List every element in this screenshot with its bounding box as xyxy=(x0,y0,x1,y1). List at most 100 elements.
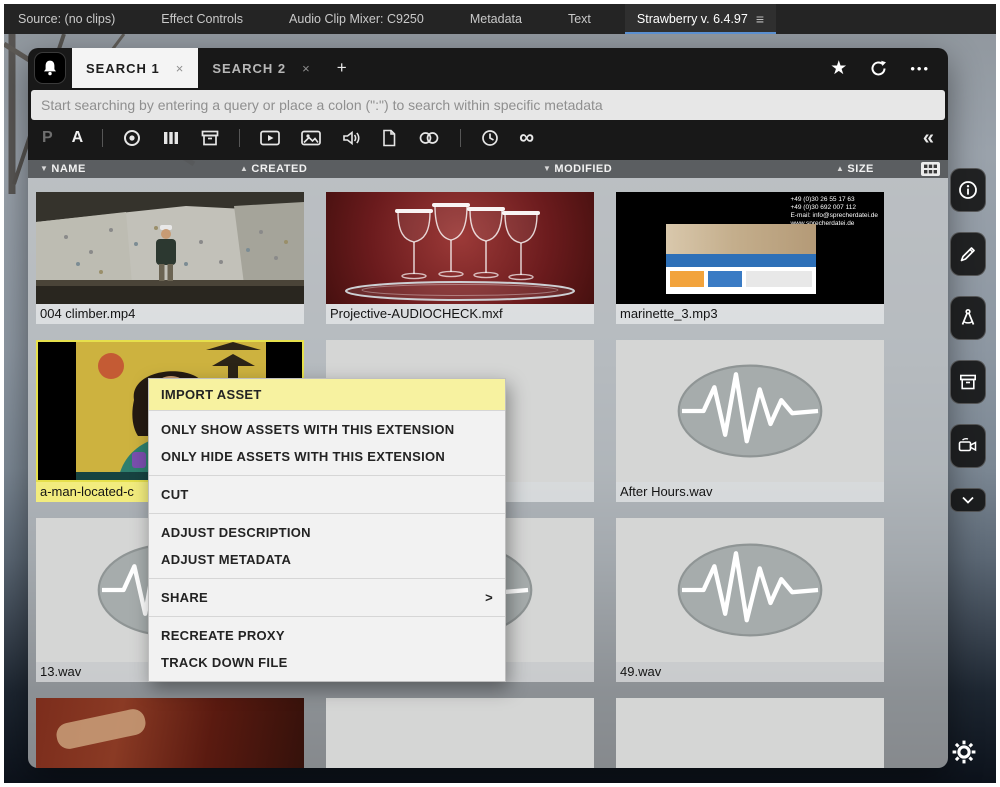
toolbar-separator xyxy=(239,129,240,147)
asset-filename: Projective-AUDIOCHECK.mxf xyxy=(326,304,594,324)
panel-header-area: SEARCH 1 × SEARCH 2 × + ★ ••• xyxy=(28,48,948,160)
menu-item-adjust-metadata[interactable]: ADJUST METADATA xyxy=(149,546,505,573)
menu-item-adjust-description[interactable]: ADJUST DESCRIPTION xyxy=(149,519,505,546)
column-header-row: ▼ NAME ▲ CREATED ▼ MODIFIED ▲ SIZE xyxy=(28,160,948,178)
close-tab-icon[interactable]: × xyxy=(176,61,185,76)
column-modified-label: MODIFIED xyxy=(554,160,612,178)
all-filter-button[interactable]: A xyxy=(72,129,84,147)
context-menu-group: IMPORT ASSET xyxy=(149,379,505,410)
asset-tile-marinette[interactable]: +49 (0)30 26 55 17 63 +49 (0)30 692 007 … xyxy=(616,192,884,324)
menu-item-share[interactable]: SHARE > xyxy=(149,584,505,611)
asset-tile-after-hours[interactable]: After Hours.wav xyxy=(616,340,884,502)
new-search-tab-button[interactable]: + xyxy=(325,58,359,78)
context-menu-group: RECREATE PROXY TRACK DOWN FILE xyxy=(149,616,505,681)
strawberry-logo[interactable] xyxy=(34,52,66,84)
asset-filename: 004 climber.mp4 xyxy=(36,304,304,324)
audio-filter-icon[interactable] xyxy=(341,128,361,148)
info-icon xyxy=(958,180,978,200)
menu-item-only-show-extension[interactable]: ONLY SHOW ASSETS WITH THIS EXTENSION xyxy=(149,416,505,443)
more-options-icon[interactable]: ••• xyxy=(910,61,930,76)
column-name[interactable]: ▼ NAME xyxy=(40,160,86,178)
asset-tile-49wav[interactable]: 49.wav xyxy=(616,518,884,682)
right-toolbar xyxy=(950,168,988,532)
gear-icon xyxy=(950,738,978,766)
rail-expand-button[interactable] xyxy=(950,488,986,512)
settings-button[interactable] xyxy=(950,738,978,771)
toolbar-separator xyxy=(102,129,103,147)
edit-button[interactable] xyxy=(950,232,986,276)
camera-button[interactable] xyxy=(950,424,986,468)
pencil-icon xyxy=(958,244,978,264)
image-filter-icon[interactable] xyxy=(300,128,322,148)
tab-metadata[interactable]: Metadata xyxy=(458,4,534,34)
grid-view-icon[interactable] xyxy=(921,162,940,176)
wine-glasses-thumbnail-art xyxy=(326,192,594,304)
context-menu-group: SHARE > xyxy=(149,578,505,616)
search-tab-1[interactable]: SEARCH 1 × xyxy=(72,48,198,88)
panel-menu-icon[interactable]: ≡ xyxy=(756,4,764,34)
tab-effect-controls[interactable]: Effect Controls xyxy=(149,4,255,34)
proxy-filter-button[interactable]: P xyxy=(42,129,53,147)
video-filter-icon[interactable] xyxy=(259,128,281,148)
column-created[interactable]: ▲ CREATED xyxy=(240,160,307,178)
asset-thumbnail xyxy=(616,518,884,662)
boat-art xyxy=(54,707,147,751)
menu-item-track-down-file[interactable]: TRACK DOWN FILE xyxy=(149,649,505,676)
close-tab-icon[interactable]: × xyxy=(302,61,311,76)
website-banner xyxy=(666,254,816,267)
asset-tile-climber[interactable]: 004 climber.mp4 xyxy=(36,192,304,324)
measure-button[interactable] xyxy=(950,296,986,340)
app-tab-bar: Source: (no clips) Effect Controls Audio… xyxy=(4,4,996,34)
info-button[interactable] xyxy=(950,168,986,212)
context-menu-group: ONLY SHOW ASSETS WITH THIS EXTENSION ONL… xyxy=(149,410,505,475)
asset-tile-partial[interactable] xyxy=(326,698,594,768)
record-filter-icon[interactable] xyxy=(122,128,142,148)
tab-text[interactable]: Text xyxy=(556,4,603,34)
asset-thumbnail xyxy=(36,192,304,304)
sort-asc-icon: ▲ xyxy=(836,160,844,178)
sort-desc-icon: ▼ xyxy=(543,160,551,178)
asset-tile-projective[interactable]: Projective-AUDIOCHECK.mxf xyxy=(326,192,594,324)
asset-filename: marinette_3.mp3 xyxy=(616,304,884,324)
app-window: Source: (no clips) Effect Controls Audio… xyxy=(4,4,996,783)
panel-header: SEARCH 1 × SEARCH 2 × + ★ ••• xyxy=(28,48,948,88)
asset-tile-partial[interactable] xyxy=(616,698,884,768)
bell-icon xyxy=(41,59,59,77)
asset-row xyxy=(36,698,948,768)
asset-tile-partial[interactable] xyxy=(36,698,304,768)
tab-audio-clip-mixer[interactable]: Audio Clip Mixer: C9250 xyxy=(277,4,436,34)
website-photo xyxy=(666,224,816,254)
favorites-icon[interactable]: ★ xyxy=(830,57,847,80)
context-menu: IMPORT ASSET ONLY SHOW ASSETS WITH THIS … xyxy=(148,378,506,682)
infinity-filter-icon[interactable]: ∞ xyxy=(519,128,534,148)
clock-filter-icon[interactable] xyxy=(480,128,500,148)
column-size[interactable]: ▲ SIZE xyxy=(836,160,874,178)
menu-item-cut[interactable]: CUT xyxy=(149,481,505,508)
menu-item-only-hide-extension[interactable]: ONLY HIDE ASSETS WITH THIS EXTENSION xyxy=(149,443,505,470)
context-menu-group: ADJUST DESCRIPTION ADJUST METADATA xyxy=(149,513,505,578)
audio-logo-icon xyxy=(665,536,835,644)
asset-thumbnail xyxy=(326,192,594,304)
menu-item-import-asset[interactable]: IMPORT ASSET xyxy=(149,379,505,410)
context-menu-group: CUT xyxy=(149,475,505,513)
tab-source[interactable]: Source: (no clips) xyxy=(6,4,127,34)
column-modified[interactable]: ▼ MODIFIED xyxy=(543,160,612,178)
header-actions: ★ ••• xyxy=(830,57,938,80)
document-filter-icon[interactable] xyxy=(380,128,398,148)
search-tab-2[interactable]: SEARCH 2 × xyxy=(198,48,324,88)
strawberry-panel: SEARCH 1 × SEARCH 2 × + ★ ••• xyxy=(28,48,948,768)
asset-row: 004 climber.mp4 xyxy=(36,192,948,324)
link-filter-icon[interactable] xyxy=(417,128,441,148)
refresh-icon[interactable] xyxy=(869,59,888,78)
search-input[interactable] xyxy=(41,97,935,113)
collapse-panel-icon[interactable]: « xyxy=(923,127,934,150)
camera-icon xyxy=(957,436,979,456)
tab-strawberry[interactable]: Strawberry v. 6.4.97 ≡ xyxy=(625,4,776,34)
asset-filename: After Hours.wav xyxy=(616,482,884,502)
columns-filter-icon[interactable] xyxy=(161,128,181,148)
menu-item-recreate-proxy[interactable]: RECREATE PROXY xyxy=(149,622,505,649)
asset-filename: 49.wav xyxy=(616,662,884,682)
archive-button[interactable] xyxy=(950,360,986,404)
asset-thumbnail xyxy=(616,340,884,482)
archive-filter-icon[interactable] xyxy=(200,128,220,148)
